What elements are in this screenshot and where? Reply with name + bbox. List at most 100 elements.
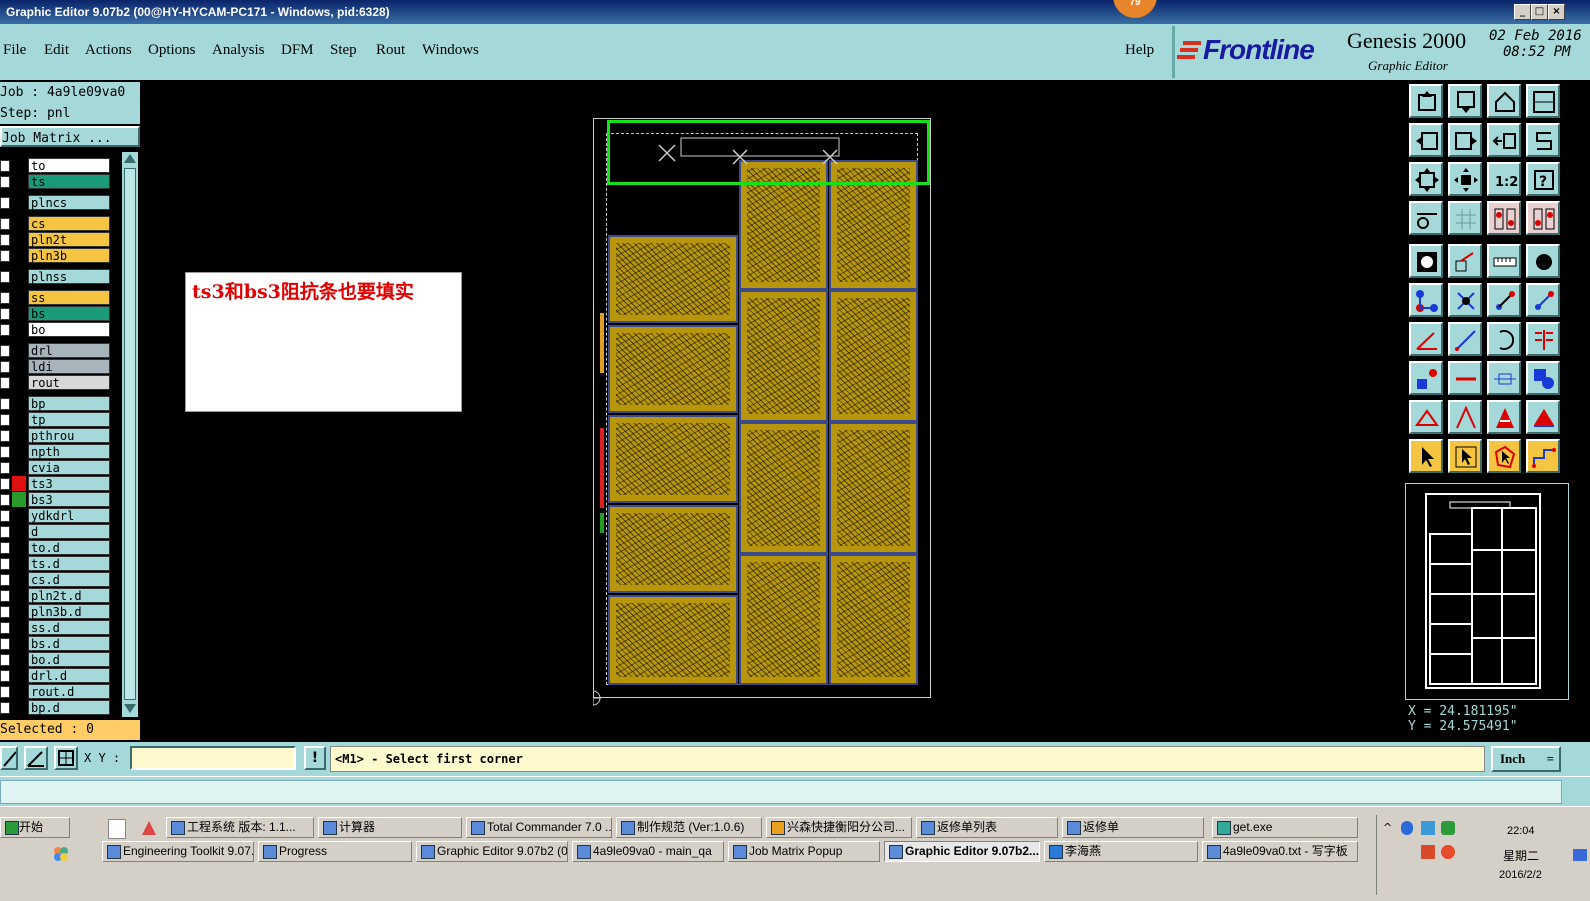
app-icon[interactable] <box>140 819 158 837</box>
layer-name[interactable]: rout <box>28 375 110 390</box>
add-text-button[interactable] <box>1487 244 1521 278</box>
layer-checkbox[interactable] <box>0 606 10 618</box>
task-total-commander[interactable]: Total Commander 7.0 ... <box>466 817 612 838</box>
layer-color-swatch[interactable] <box>12 652 26 667</box>
layer-color-swatch[interactable] <box>12 476 26 491</box>
grid-snap-button[interactable] <box>54 746 78 770</box>
task-main-qa[interactable]: 4a9le09va0 - main_qa <box>572 841 724 862</box>
layer-row-pthrou[interactable]: pthrou <box>0 428 112 443</box>
layer-row-bp-d[interactable]: bp.d <box>0 700 112 715</box>
layer-name[interactable]: to.d <box>28 540 110 555</box>
pan-right-button[interactable] <box>1448 123 1482 157</box>
units-selector[interactable]: Inch = <box>1491 746 1561 772</box>
tray-expand-icon[interactable]: ^ <box>1383 821 1392 834</box>
layer-checkbox[interactable] <box>0 160 10 172</box>
minimize-button[interactable]: _ <box>1514 4 1531 20</box>
layer-row-pln2t[interactable]: pln2t <box>0 232 112 247</box>
layer-row-pln3b-d[interactable]: pln3b.d <box>0 604 112 619</box>
layer-name[interactable]: ts3 <box>28 476 110 491</box>
task-wordpad[interactable]: 4a9le09va0.txt - 写字板 <box>1202 841 1358 862</box>
layer-color-swatch[interactable] <box>12 359 26 374</box>
layer-name[interactable]: ydkdrl <box>28 508 110 523</box>
clock-time[interactable]: 22:04 <box>1507 825 1535 837</box>
layer-name[interactable]: rout.d <box>28 684 110 699</box>
layer-row-bs[interactable]: bs <box>0 306 112 321</box>
layer-row-bs-d[interactable]: bs.d <box>0 636 112 651</box>
layer-row-rout-d[interactable]: rout.d <box>0 684 112 699</box>
clock-date[interactable]: 2016/2/2 <box>1499 869 1542 881</box>
window-button[interactable] <box>1526 84 1560 118</box>
layer-checkbox[interactable] <box>0 414 10 426</box>
measure-button[interactable] <box>1409 201 1443 235</box>
layer-compare-button[interactable] <box>1487 201 1521 235</box>
save-button[interactable] <box>1448 84 1482 118</box>
fill-button[interactable] <box>1487 400 1521 434</box>
layer-checkbox[interactable] <box>0 361 10 373</box>
layer-color-swatch[interactable] <box>12 412 26 427</box>
layer-name[interactable]: ldi <box>28 359 110 374</box>
angle-button[interactable] <box>1409 322 1443 356</box>
security-icon[interactable] <box>1441 821 1455 835</box>
layer-row-pln3b[interactable]: pln3b <box>0 248 112 263</box>
scroll-up-icon[interactable] <box>124 154 136 163</box>
layer-name[interactable]: to <box>28 158 110 173</box>
layer-row-bo-d[interactable]: bo.d <box>0 652 112 667</box>
open-step-button[interactable] <box>1409 84 1443 118</box>
layer-row-drl-d[interactable]: drl.d <box>0 668 112 683</box>
layer-name[interactable]: pln2t <box>28 232 110 247</box>
layer-checkbox[interactable] <box>0 574 10 586</box>
layer-name[interactable]: pln3b.d <box>28 604 110 619</box>
horizontal-button[interactable] <box>1448 361 1482 395</box>
layer-row-ts3[interactable]: ts3 <box>0 476 112 491</box>
layer-color-swatch[interactable] <box>12 508 26 523</box>
angle-snap-button[interactable] <box>24 746 48 770</box>
layer-row-ss-d[interactable]: ss.d <box>0 620 112 635</box>
layer-row-ss[interactable]: ss <box>0 290 112 305</box>
layer-compare-2-button[interactable] <box>1526 201 1560 235</box>
layer-color-swatch[interactable] <box>12 540 26 555</box>
connect-button[interactable] <box>1409 283 1443 317</box>
add-polygon-button[interactable] <box>1409 400 1443 434</box>
help-tool-button[interactable]: ? <box>1526 162 1560 196</box>
zoom-home-button[interactable] <box>1448 162 1482 196</box>
layer-color-swatch[interactable] <box>12 269 26 284</box>
task-spec[interactable]: 制作规范 (Ver:1.0.6) <box>616 817 762 838</box>
snap-mode-button[interactable] <box>0 746 18 770</box>
grid-button[interactable] <box>1448 201 1482 235</box>
layer-color-swatch[interactable] <box>12 290 26 305</box>
layer-checkbox[interactable] <box>0 478 10 490</box>
layer-color-swatch[interactable] <box>12 216 26 231</box>
layer-name[interactable]: bp <box>28 396 110 411</box>
network-icon[interactable] <box>1421 821 1435 835</box>
layer-row-plnss[interactable]: plnss <box>0 269 112 284</box>
clock-day[interactable]: 星期二 <box>1503 847 1539 864</box>
move-button[interactable] <box>1487 283 1521 317</box>
layer-color-swatch[interactable] <box>12 306 26 321</box>
layer-color-swatch[interactable] <box>12 232 26 247</box>
maximize-button[interactable]: □ <box>1531 4 1548 20</box>
layer-checkbox[interactable] <box>0 526 10 538</box>
layer-name[interactable]: plnss <box>28 269 110 284</box>
task-calculator[interactable]: 计算器 <box>318 817 462 838</box>
select-net-button[interactable] <box>1526 439 1560 473</box>
select-poly-button[interactable] <box>1487 439 1521 473</box>
layer-color-swatch[interactable] <box>12 604 26 619</box>
slant-button[interactable] <box>1448 322 1482 356</box>
layer-name[interactable]: ts.d <box>28 556 110 571</box>
group-button[interactable] <box>1526 361 1560 395</box>
layer-color-swatch[interactable] <box>12 588 26 603</box>
surface-button[interactable] <box>1526 400 1560 434</box>
layer-color-swatch[interactable] <box>12 343 26 358</box>
close-button[interactable]: × <box>1548 4 1565 20</box>
menu-actions[interactable]: Actions <box>85 42 132 59</box>
add-pad-button[interactable] <box>1409 244 1443 278</box>
layer-checkbox[interactable] <box>0 590 10 602</box>
layer-color-swatch[interactable] <box>12 195 26 210</box>
layer-color-swatch[interactable] <box>12 322 26 337</box>
layer-checkbox[interactable] <box>0 292 10 304</box>
pan-left-button[interactable] <box>1409 123 1443 157</box>
task-eng-system[interactable]: 工程系统 版本: 1.1... <box>166 817 314 838</box>
alert-button[interactable]: ! <box>304 746 326 770</box>
layer-name[interactable]: ts <box>28 174 110 189</box>
layer-row-ts-d[interactable]: ts.d <box>0 556 112 571</box>
